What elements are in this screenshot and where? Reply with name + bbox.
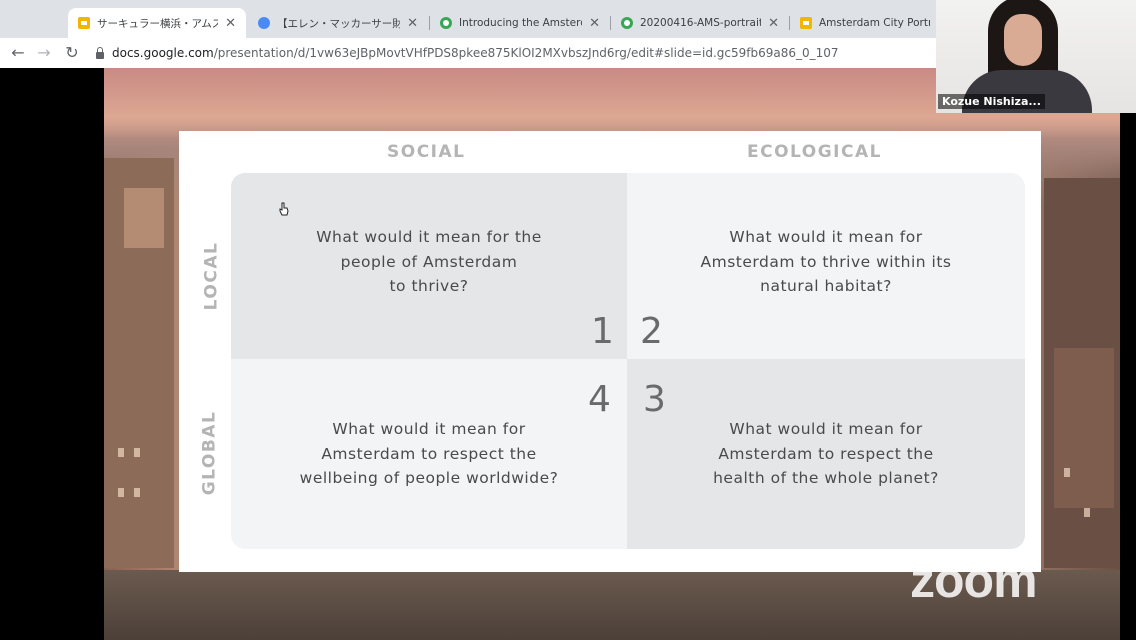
- close-icon[interactable]: ✕: [589, 16, 600, 31]
- back-icon[interactable]: ←: [8, 43, 28, 62]
- tab-introducing-amsterdam[interactable]: Introducing the Amsterdam ✕: [430, 8, 610, 38]
- tab-title: サーキュラー横浜・アムステ: [97, 17, 219, 30]
- url-host: docs.google.com: [112, 46, 214, 60]
- tab-circular-yokohama[interactable]: サーキュラー横浜・アムステ ✕: [68, 8, 246, 38]
- close-icon[interactable]: ✕: [225, 16, 236, 31]
- tab-amsterdam-city-portrait[interactable]: Amsterdam City Portrait: [790, 8, 940, 38]
- quadrant-1-text: What would it mean for the people of Ams…: [316, 228, 542, 296]
- globe-icon: [258, 17, 270, 29]
- lock-icon: [96, 46, 104, 59]
- hand-cursor-icon: [279, 202, 289, 216]
- forward-icon[interactable]: →: [34, 43, 54, 62]
- quadrant-number-4: 4: [588, 379, 611, 420]
- quadrant-3-text: What would it mean for Amsterdam to resp…: [713, 420, 939, 488]
- quadrant-number-1: 1: [591, 311, 614, 352]
- quadrant-3: What would it mean for Amsterdam to resp…: [627, 359, 1025, 549]
- quadrant-4-text: What would it mean for Amsterdam to resp…: [299, 420, 559, 488]
- address-bar[interactable]: docs.google.com/presentation/d/1vw63eJBp…: [96, 42, 926, 64]
- browser-tab-strip: サーキュラー横浜・アムステ ✕ 【エレン・マッカーサー財団 ✕ Introduc…: [0, 0, 940, 40]
- participant-name: Kozue Nishiza...: [938, 94, 1045, 109]
- zoom-watermark-logo: zoom: [910, 552, 1038, 608]
- row-heading-local: LOCAL: [201, 241, 222, 311]
- row-heading-global: GLOBAL: [199, 410, 220, 496]
- slide-quadrant: SOCIAL ECOLOGICAL What would it mean for…: [179, 131, 1041, 572]
- reload-icon[interactable]: ↻: [62, 43, 82, 62]
- close-icon[interactable]: ✕: [768, 16, 779, 31]
- green-circle-icon: [440, 17, 452, 29]
- tab-ellen-macarthur[interactable]: 【エレン・マッカーサー財団 ✕: [248, 8, 428, 38]
- tab-title: Introducing the Amsterdam: [459, 17, 582, 29]
- quadrant-2: What would it mean for Amsterdam to thri…: [627, 173, 1025, 359]
- tab-title: 【エレン・マッカーサー財団: [277, 17, 401, 30]
- tab-ams-portrait[interactable]: 20200416-AMS-portrait- ✕: [611, 8, 789, 38]
- slides-icon: [78, 17, 90, 29]
- url-path: /presentation/d/1vw63eJBpMovtVHfPDS8pkee…: [213, 46, 839, 60]
- quadrant-number-2: 2: [640, 311, 663, 352]
- column-heading-social: SOCIAL: [387, 142, 466, 162]
- tab-title: Amsterdam City Portrait: [819, 17, 930, 29]
- quadrant-2-text: What would it mean for Amsterdam to thri…: [700, 228, 952, 296]
- quadrant-1: What would it mean for the people of Ams…: [231, 173, 627, 359]
- participant-face: [1004, 14, 1042, 66]
- column-heading-ecological: ECOLOGICAL: [747, 142, 882, 162]
- browser-toolbar: ← → ↻ docs.google.com/presentation/d/1vw…: [0, 38, 940, 68]
- participant-video[interactable]: Kozue Nishiza...: [936, 0, 1136, 113]
- quadrant-number-3: 3: [643, 379, 666, 420]
- close-icon[interactable]: ✕: [407, 16, 418, 31]
- green-circle-icon: [621, 17, 633, 29]
- tab-title: 20200416-AMS-portrait-: [640, 17, 762, 29]
- slides-icon: [800, 17, 812, 29]
- quadrant-4: What would it mean for Amsterdam to resp…: [231, 359, 627, 549]
